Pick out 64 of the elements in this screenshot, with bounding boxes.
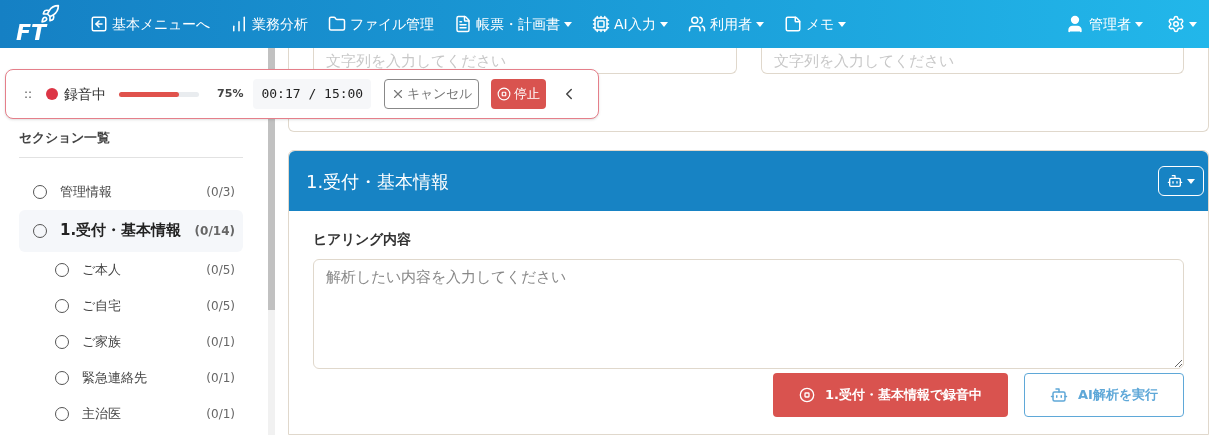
- section-label: 1.受付・基本情報: [60, 220, 183, 242]
- caret-icon: [1135, 21, 1143, 27]
- nav-link[interactable]: AI入力: [592, 13, 668, 35]
- section-count: (0/3): [206, 183, 235, 201]
- section-item[interactable]: 主治医 (0/1): [19, 395, 243, 432]
- ai-analyze-button[interactable]: AI解析を実行: [1024, 373, 1184, 417]
- section-count: (0/1): [206, 333, 235, 351]
- field-label: ヒアリング内容: [313, 230, 412, 249]
- progress-percent: 75%: [217, 85, 244, 102]
- section-label: ご家族: [82, 332, 122, 351]
- nav-link[interactable]: メモ: [783, 13, 846, 35]
- ai-menu-button[interactable]: [1158, 166, 1204, 196]
- nav-link[interactable]: 帳票・計画書: [454, 13, 572, 35]
- sidebar-title: セクション一覧: [19, 128, 243, 158]
- recording-status: 録音中: [64, 84, 107, 104]
- section-title: 1.受付・基本情報: [306, 169, 451, 194]
- settings-menu[interactable]: [1167, 15, 1197, 33]
- stop-button[interactable]: 停止: [491, 79, 547, 109]
- nav-link[interactable]: ファイル管理: [328, 13, 434, 35]
- bar-chart-icon: [230, 15, 248, 33]
- section-label: 主治医: [82, 404, 122, 423]
- stop-icon: [497, 87, 512, 101]
- stop-icon: [799, 387, 815, 403]
- section-count: (0/5): [206, 261, 235, 279]
- section-count: (0/5): [206, 297, 235, 315]
- chip-icon: [592, 15, 610, 33]
- logo[interactable]: FT: [16, 4, 60, 44]
- nav-link[interactable]: 基本メニューへ: [90, 13, 210, 35]
- user-menu[interactable]: 管理者: [1065, 13, 1143, 35]
- nav-link[interactable]: 利用者: [687, 13, 764, 35]
- section-count: (0/1): [206, 405, 235, 423]
- caret-icon: [1189, 21, 1197, 27]
- folder-icon: [328, 15, 346, 33]
- section-item[interactable]: 1.受付・基本情報 (0/14): [19, 209, 243, 252]
- caret-icon: [1187, 178, 1195, 184]
- section-item[interactable]: ご家族 (0/1): [19, 323, 243, 360]
- section-item[interactable]: 緊急連絡先 (0/1): [19, 359, 243, 396]
- user-icon: [1065, 14, 1085, 34]
- section-label: 管理情報: [60, 182, 113, 201]
- nav-link[interactable]: 業務分析: [230, 13, 308, 35]
- users-icon: [687, 15, 706, 33]
- cancel-button[interactable]: キャンセル: [384, 79, 480, 109]
- robot-icon: [1050, 386, 1069, 404]
- section-item[interactable]: 管理情報 (0/3): [19, 173, 243, 210]
- drag-handle[interactable]: ::: [24, 85, 33, 103]
- record-button[interactable]: 1.受付・基本情報で録音中: [773, 373, 1008, 417]
- section-label: ご本人: [82, 260, 122, 279]
- caret-icon: [837, 21, 846, 27]
- settings-icon: [1167, 15, 1185, 33]
- document-icon: [454, 15, 472, 33]
- section-label: 緊急連絡先: [82, 368, 148, 387]
- hearing-textarea[interactable]: 解析したい内容を入力してください: [313, 259, 1184, 369]
- section-label: ご自宅: [82, 296, 122, 315]
- section-item[interactable]: ご本人 (0/5): [19, 251, 243, 288]
- note-icon: [783, 15, 802, 33]
- caret-icon: [564, 21, 572, 27]
- timer: 00:17 / 15:00: [253, 79, 372, 109]
- robot-icon: [1167, 173, 1183, 189]
- caret-icon: [755, 21, 764, 27]
- section-count: (0/1): [206, 369, 235, 387]
- section-item[interactable]: ご自宅 (0/5): [19, 287, 243, 324]
- section-count: (0/14): [194, 222, 235, 240]
- caret-icon: [659, 21, 668, 27]
- rocket-icon: [40, 4, 60, 24]
